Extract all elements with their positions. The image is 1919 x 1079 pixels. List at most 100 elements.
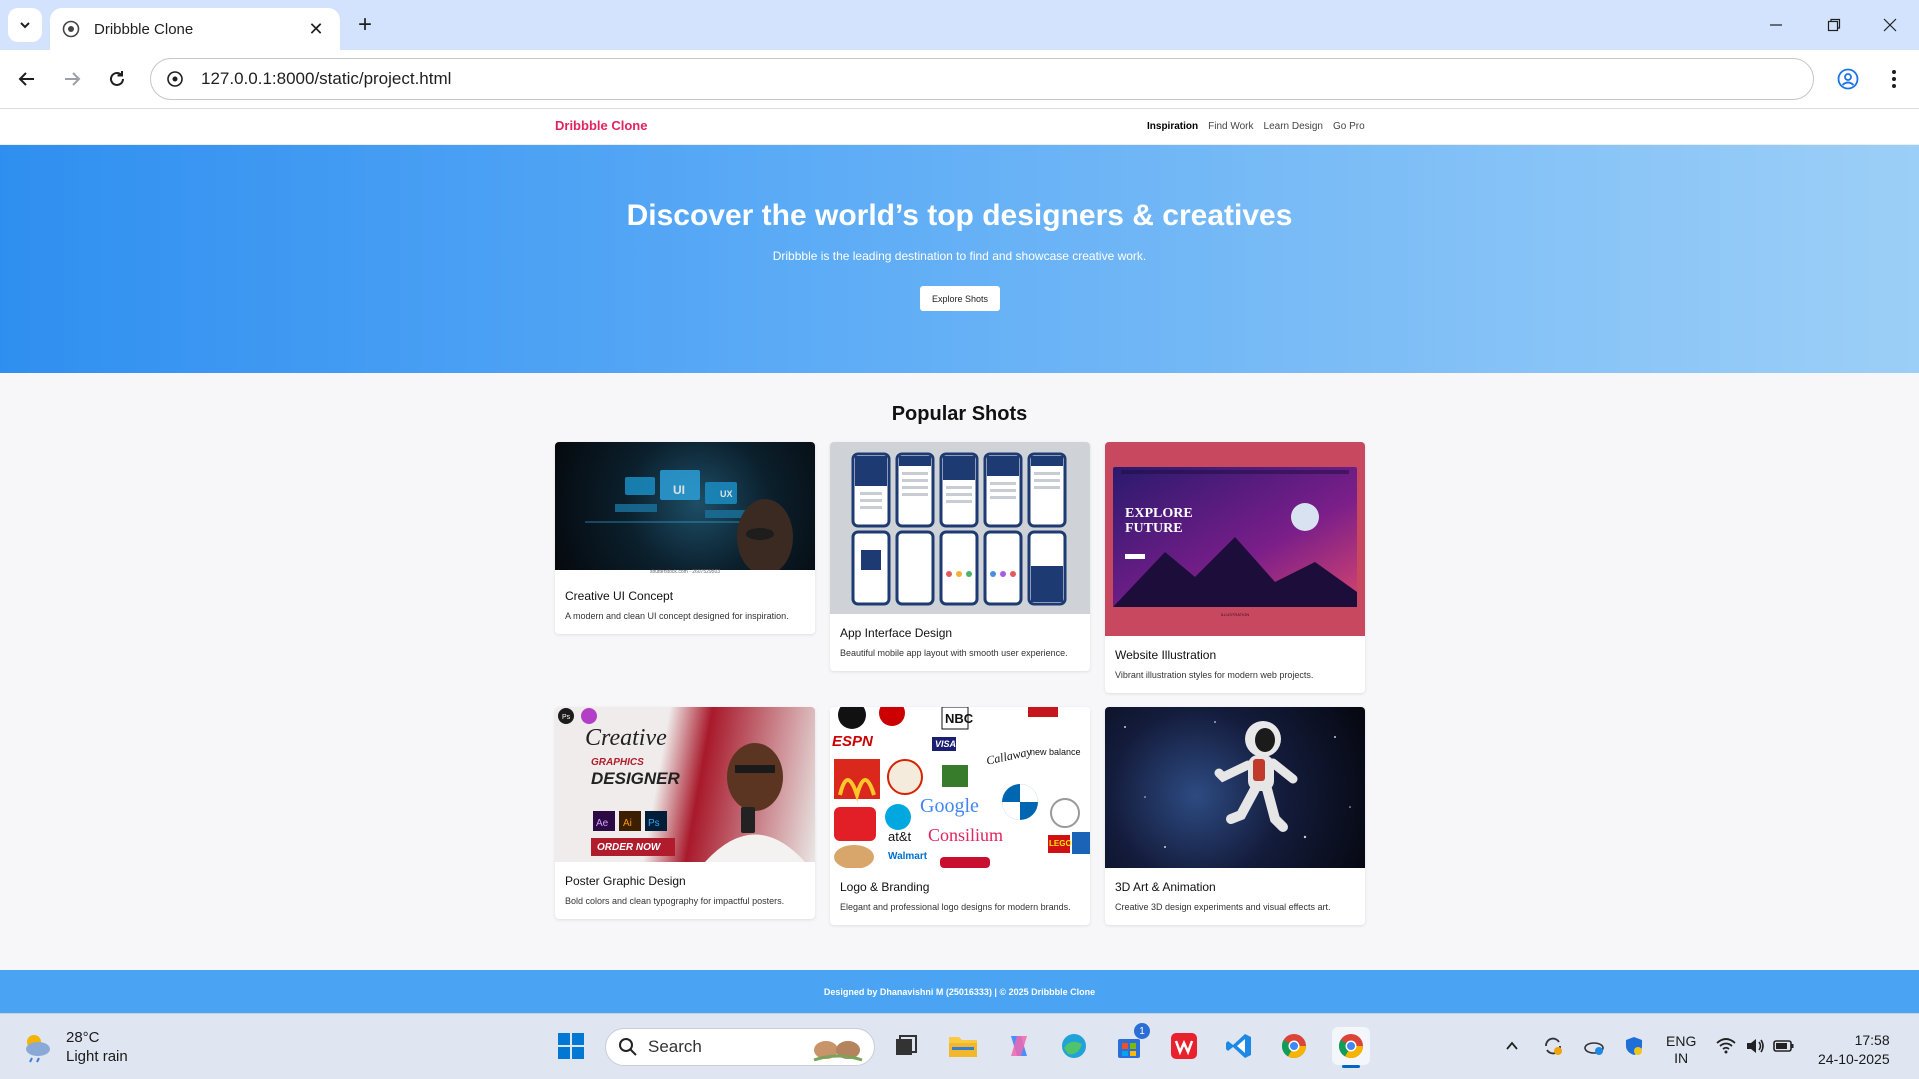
shield-icon — [1626, 1037, 1642, 1055]
search-label: Search — [648, 1037, 702, 1056]
edge-icon — [1062, 1034, 1086, 1058]
speaker-icon — [1747, 1039, 1764, 1053]
weather-temp: 28°C — [66, 1029, 100, 1046]
shot-thumbnail: UI UX shutterstock.com · 2607529503 — [555, 442, 815, 577]
logo-att: at&t — [888, 829, 912, 844]
chrome-active-button[interactable] — [1332, 1027, 1370, 1068]
shot-card[interactable]: ILLUSTRATION EXPLORE FUTURE Website Illu… — [1105, 442, 1365, 693]
wps-icon — [1171, 1033, 1197, 1059]
svg-text:Ps: Ps — [562, 714, 571, 721]
more-vertical-icon — [1892, 70, 1896, 88]
thumbnail-caption: shutterstock.com · 2607529503 — [649, 569, 721, 575]
explore-shots-button[interactable]: Explore Shots — [920, 286, 1000, 311]
clock-date: 24-10-2025 — [1818, 1051, 1890, 1067]
wps-office-button[interactable] — [1167, 1029, 1201, 1063]
minimize-icon — [1770, 24, 1782, 26]
vscode-icon — [1226, 1034, 1251, 1058]
restore-button[interactable] — [1816, 8, 1852, 42]
shot-title: Website Illustration — [1115, 648, 1217, 662]
clock-time: 17:58 — [1854, 1032, 1890, 1048]
weather-widget[interactable]: 28°C Light rain — [20, 1028, 128, 1066]
store-button[interactable]: 1 — [1112, 1023, 1150, 1063]
poster-word-creative: Creative — [585, 725, 667, 751]
shot-thumbnail: Ps Ae Ai Ps Creative GRAPHICS DESIGNER O… — [555, 707, 815, 862]
folder-icon — [949, 1037, 977, 1057]
address-bar[interactable]: 127.0.0.1:8000/static/project.html — [150, 58, 1814, 100]
taskbar-search[interactable]: Search — [605, 1028, 875, 1066]
shot-description: Vibrant illustration styles for modern w… — [1115, 670, 1314, 680]
copilot-button[interactable] — [1002, 1029, 1036, 1063]
site-info-icon[interactable] — [163, 67, 187, 91]
show-hidden-icons-button[interactable] — [1495, 1029, 1529, 1063]
account-icon — [1837, 68, 1859, 90]
back-button[interactable] — [10, 62, 44, 96]
onedrive-tray-button[interactable] — [1577, 1029, 1611, 1063]
nav-link-inspiration[interactable]: Inspiration — [1147, 121, 1198, 132]
arrow-left-icon — [18, 72, 34, 86]
globe-icon — [62, 20, 80, 38]
task-view-button[interactable] — [889, 1029, 923, 1063]
close-window-button[interactable] — [1872, 8, 1908, 42]
nav-link-find-work[interactable]: Find Work — [1208, 121, 1253, 132]
browser-tab-strip: Dribbble Clone ✕ + — [0, 0, 1919, 50]
shot-card[interactable]: App Interface Design Beautiful mobile ap… — [830, 442, 1090, 671]
section-title: Popular Shots — [891, 403, 1028, 425]
task-view-icon — [896, 1035, 917, 1055]
poster-word-designer: DESIGNER — [591, 769, 680, 788]
forward-button[interactable] — [55, 62, 89, 96]
chevron-down-icon — [20, 22, 30, 29]
tab-title: Dribbble Clone — [94, 20, 194, 38]
clock[interactable]: 17:58 24-10-2025 — [1818, 1031, 1890, 1069]
svg-text:ILLUSTRATION: ILLUSTRATION — [1221, 612, 1249, 617]
menu-button[interactable] — [1877, 62, 1911, 96]
shot-card[interactable]: 3D Art & Animation Creative 3D design ex… — [1105, 707, 1365, 925]
svg-text:UX: UX — [720, 489, 733, 499]
shot-description: Creative 3D design experiments and visua… — [1115, 902, 1331, 912]
new-tab-button[interactable]: + — [352, 11, 378, 38]
nav-link-go-pro[interactable]: Go Pro — [1333, 121, 1365, 132]
web-page: Dribbble Clone Inspiration Find Work Lea… — [0, 109, 1919, 1013]
close-tab-icon[interactable]: ✕ — [304, 17, 328, 41]
shot-card[interactable]: UI UX shutterstock.com · 2607529503 Crea… — [555, 442, 815, 634]
edge-button[interactable] — [1057, 1029, 1091, 1063]
logo-google: Google — [920, 795, 979, 817]
profile-button[interactable] — [1831, 62, 1865, 96]
site-nav-links: Inspiration Find Work Learn Design Go Pr… — [1147, 121, 1365, 132]
security-tray-button[interactable] — [1617, 1029, 1651, 1063]
svg-text:Ai: Ai — [623, 818, 632, 829]
store-badge: 1 — [1134, 1023, 1150, 1039]
windows-logo-icon — [558, 1033, 584, 1059]
shot-description: Elegant and professional logo designs fo… — [840, 902, 1071, 912]
tab-search-button[interactable] — [8, 8, 42, 42]
battery-tray-button[interactable] — [1767, 1029, 1801, 1063]
shot-card[interactable]: ESPN NBC VISA Callaway new balance Googl… — [830, 707, 1090, 925]
shot-card[interactable]: Ps Ae Ai Ps Creative GRAPHICS DESIGNER O… — [555, 707, 815, 919]
svg-text:Ps: Ps — [648, 818, 660, 829]
logo-new-balance: new balance — [1030, 747, 1081, 757]
vscode-button[interactable] — [1222, 1029, 1256, 1063]
nav-link-learn-design[interactable]: Learn Design — [1264, 121, 1323, 132]
shot-description: A modern and clean UI concept designed f… — [565, 611, 789, 621]
rain-cloud-icon — [26, 1035, 50, 1063]
shot-title: Logo & Branding — [840, 880, 930, 894]
poster-order-now: ORDER NOW — [597, 842, 661, 853]
reload-button[interactable] — [100, 62, 134, 96]
language-code: ENG — [1666, 1033, 1697, 1049]
logo-visa: VISA — [935, 739, 957, 749]
shot-thumbnail: ILLUSTRATION EXPLORE FUTURE — [1105, 442, 1365, 636]
site-logo[interactable]: Dribbble Clone — [555, 118, 647, 133]
chrome-icon — [1281, 1034, 1306, 1059]
site-footer: Designed by Dhanavishni M (25016333) | ©… — [0, 970, 1919, 1013]
poster-word-graphics: GRAPHICS — [591, 757, 644, 768]
language-indicator[interactable]: ENG IN — [1666, 1033, 1696, 1067]
logo-consilium: Consilium — [928, 825, 1004, 845]
svg-text:UI: UI — [673, 483, 685, 497]
file-explorer-button[interactable] — [946, 1029, 980, 1063]
site-navbar: Dribbble Clone Inspiration Find Work Lea… — [0, 109, 1919, 145]
start-button[interactable] — [554, 1029, 588, 1063]
chrome-button[interactable] — [1277, 1029, 1311, 1063]
minimize-button[interactable] — [1758, 8, 1794, 42]
sync-tray-button[interactable] — [1536, 1029, 1570, 1063]
browser-tab-active[interactable]: Dribbble Clone ✕ — [50, 8, 340, 50]
logo-walmart: Walmart — [888, 851, 928, 862]
